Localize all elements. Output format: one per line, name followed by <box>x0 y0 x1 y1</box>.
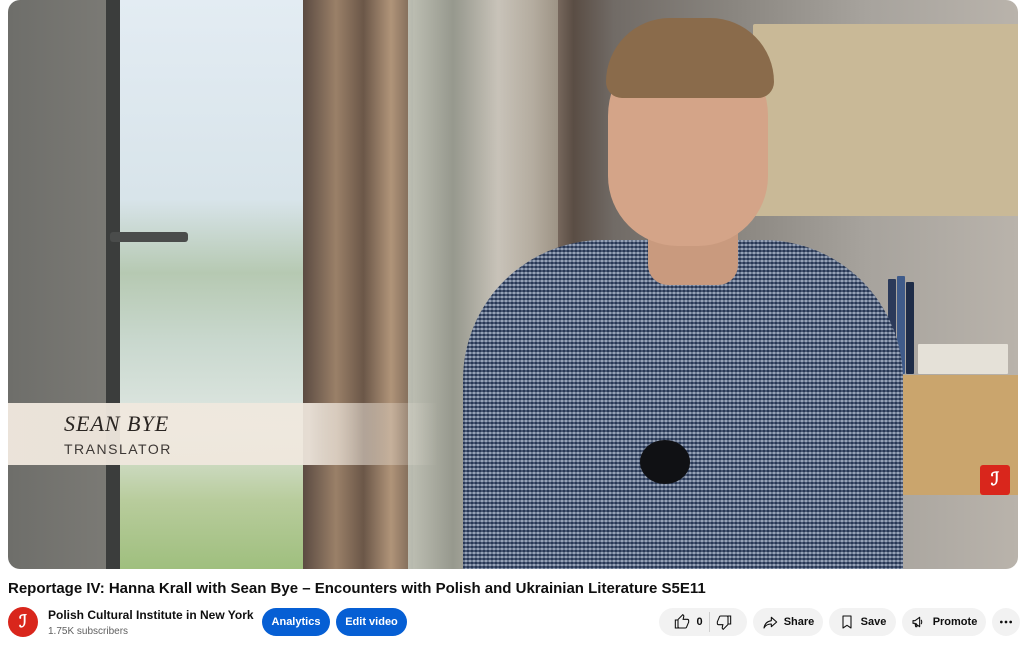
thumbs-down-icon <box>716 615 731 630</box>
book <box>906 282 914 374</box>
more-actions-button[interactable] <box>992 608 1020 636</box>
window-frame <box>106 0 120 569</box>
divider <box>708 612 710 632</box>
lower-third-caption: SEAN BYE TRANSLATOR <box>8 403 438 465</box>
bookmark-icon <box>842 615 852 629</box>
dislike-button[interactable] <box>716 614 732 630</box>
analytics-button[interactable]: Analytics <box>262 608 330 636</box>
promote-button[interactable]: Promote <box>902 608 986 636</box>
speaker-name: SEAN BYE <box>64 411 170 436</box>
more-icon <box>1000 620 1012 624</box>
video-title: Reportage IV: Hanna Krall with Sean Bye … <box>8 580 706 597</box>
like-dislike-group: 0 <box>659 608 747 636</box>
window-handle <box>110 232 188 242</box>
curtain <box>303 0 413 569</box>
share-label: Share <box>783 616 815 628</box>
institute-logo-icon[interactable]: ℐ <box>980 465 1010 495</box>
wall-panel <box>753 24 1018 216</box>
lavalier-mic <box>640 440 690 484</box>
speaker-role: TRANSLATOR <box>64 441 172 457</box>
video-player[interactable]: SEAN BYE TRANSLATOR ℐ <box>8 0 1018 569</box>
thumbs-up-icon <box>675 614 690 629</box>
like-count: 0 <box>696 616 703 628</box>
person-hair <box>606 18 774 98</box>
promote-label: Promote <box>932 616 978 628</box>
window-view <box>118 0 303 569</box>
person-shirt <box>463 240 903 569</box>
share-icon <box>763 616 777 629</box>
book-stack <box>918 344 1008 374</box>
subscriber-count: 1.75K subscribers <box>48 626 129 637</box>
share-button[interactable]: Share <box>753 608 823 636</box>
channel-logo-icon[interactable]: ℐ <box>8 607 38 637</box>
edit-video-button[interactable]: Edit video <box>336 608 407 636</box>
like-button[interactable]: 0 <box>674 614 703 630</box>
save-button[interactable]: Save <box>829 608 896 636</box>
save-label: Save <box>860 616 887 628</box>
megaphone-icon <box>912 616 922 628</box>
channel-name[interactable]: Polish Cultural Institute in New York <box>48 608 254 622</box>
